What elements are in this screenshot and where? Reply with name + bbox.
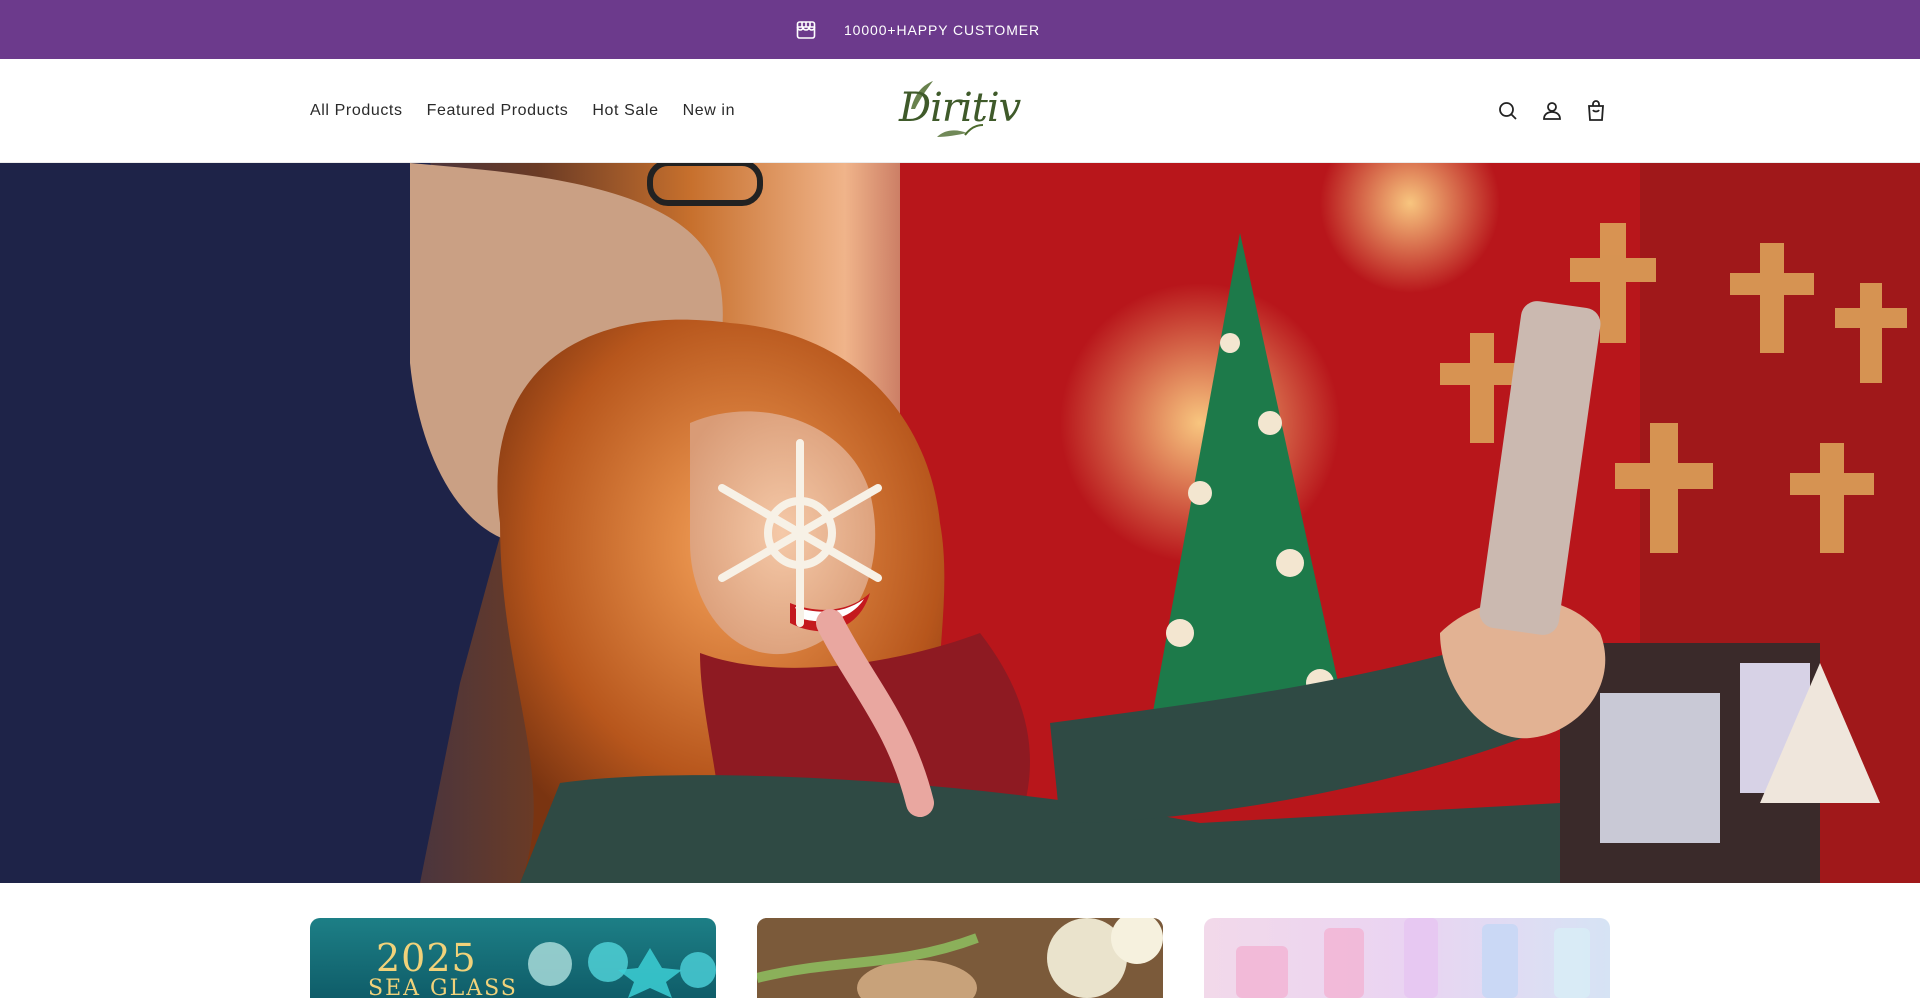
product-card-wood[interactable] [757,918,1163,998]
card-crosses-image [1236,918,1590,998]
hero-image [0,163,1920,883]
product-card-row: 2025 SEA GLASS [310,918,1610,998]
account-icon[interactable] [1540,99,1564,123]
site-header: All Products Featured Products Hot Sale … [0,59,1920,163]
announcement-text: 10000+HAPPY CUSTOMER [843,21,1041,38]
nav-hot-sale[interactable]: Hot Sale [592,102,658,120]
card-wood-image [757,918,1163,998]
header-actions [1496,59,1608,163]
cart-icon[interactable] [1584,99,1608,123]
card-ornaments-image [528,942,716,998]
hero-banner[interactable] [0,163,1920,883]
site-logo[interactable]: Diritiv [897,79,1021,141]
product-card-sea-glass[interactable]: 2025 SEA GLASS [310,918,716,998]
logo-text: Diritiv [899,85,1021,131]
announcement-bar: 10000+HAPPY CUSTOMER [0,0,1920,59]
nav-new-in[interactable]: New in [683,102,736,120]
main-nav: All Products Featured Products Hot Sale … [310,59,735,163]
store-icon [794,18,818,42]
nav-all-products[interactable]: All Products [310,102,403,120]
product-card-crosses[interactable] [1204,918,1610,998]
nav-featured-products[interactable]: Featured Products [427,102,569,120]
search-icon[interactable] [1496,99,1520,123]
